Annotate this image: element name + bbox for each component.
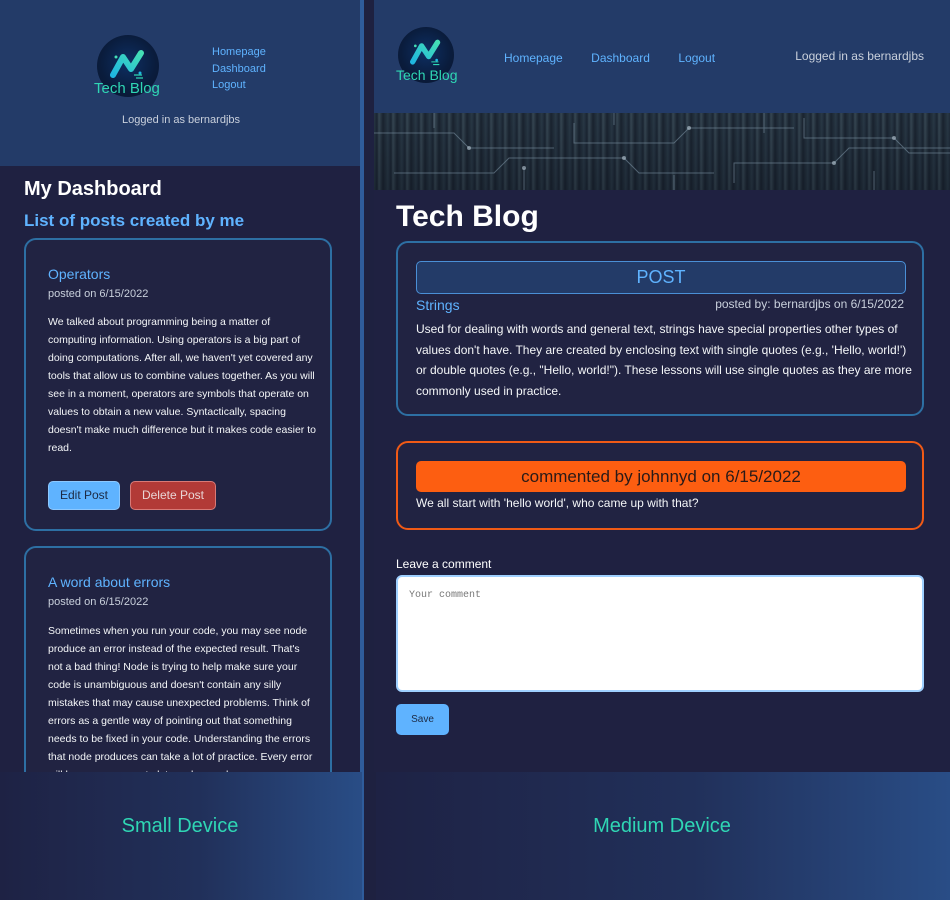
post-card: POST Strings posted by: bernardjbs on 6/…: [396, 241, 924, 416]
post-title[interactable]: A word about errors: [48, 574, 170, 590]
post-card: Operators posted on 6/15/2022 We talked …: [24, 238, 332, 531]
section-subtitle: List of posts created by me: [24, 211, 245, 230]
post-date: posted on 6/15/2022: [48, 288, 149, 300]
nav-logout[interactable]: Logout: [678, 51, 715, 65]
logged-in-status: Logged in as bernardjbs: [121, 114, 241, 126]
small-device-caption: Small Device: [121, 815, 239, 837]
post-body: We talked about programming being a matt…: [48, 316, 316, 454]
nav-dashboard[interactable]: Dashboard: [212, 61, 266, 78]
comment-text: We all start with 'hello world', who cam…: [416, 496, 699, 510]
nav-homepage[interactable]: Homepage: [212, 44, 266, 61]
main-nav: Homepage Dashboard Logout: [504, 49, 739, 67]
post-date: posted on 6/15/2022: [48, 596, 149, 608]
medium-device-caption: Medium Device: [593, 815, 731, 837]
logged-in-status: Logged in as bernardjbs: [795, 49, 924, 63]
post-meta: posted by: bernardjbs on 6/15/2022: [715, 297, 904, 311]
post-body: Sometimes when you run your code, you ma…: [48, 625, 313, 772]
nav-logout[interactable]: Logout: [212, 77, 266, 94]
comment-card: commented by johnnyd on 6/15/2022 We all…: [396, 441, 924, 530]
nav-homepage[interactable]: Homepage: [504, 51, 563, 65]
main-nav: Homepage Dashboard Logout: [212, 44, 266, 94]
post-card: A word about errors posted on 6/15/2022 …: [24, 546, 332, 772]
logo-text: Tech Blog: [94, 80, 160, 97]
edit-post-button[interactable]: Edit Post: [48, 481, 120, 510]
site-header: Tech Blog Homepage Dashboard Logout Logg…: [0, 0, 362, 166]
page-title: My Dashboard: [24, 178, 162, 200]
comment-input[interactable]: [396, 575, 924, 692]
comment-form-label: Leave a comment: [396, 557, 492, 571]
post-body: Used for dealing with words and general …: [416, 322, 912, 398]
nav-dashboard[interactable]: Dashboard: [591, 51, 650, 65]
delete-post-button[interactable]: Delete Post: [130, 481, 216, 510]
save-button[interactable]: Save: [396, 704, 449, 735]
device-divider: [360, 0, 364, 900]
site-header: Tech Blog Homepage Dashboard Logout Logg…: [374, 0, 950, 113]
logo-text: Tech Blog: [396, 67, 458, 83]
medium-device-screen: Tech Blog Homepage Dashboard Logout Logg…: [374, 0, 950, 772]
small-device-screen: Tech Blog Homepage Dashboard Logout Logg…: [0, 0, 362, 772]
post-title: Strings: [416, 297, 460, 313]
page-title: Tech Blog: [396, 200, 539, 233]
post-header-bar: POST: [416, 261, 906, 294]
post-title[interactable]: Operators: [48, 266, 110, 282]
circuit-banner-image: [374, 113, 950, 190]
comment-header-bar: commented by johnnyd on 6/15/2022: [416, 461, 906, 492]
